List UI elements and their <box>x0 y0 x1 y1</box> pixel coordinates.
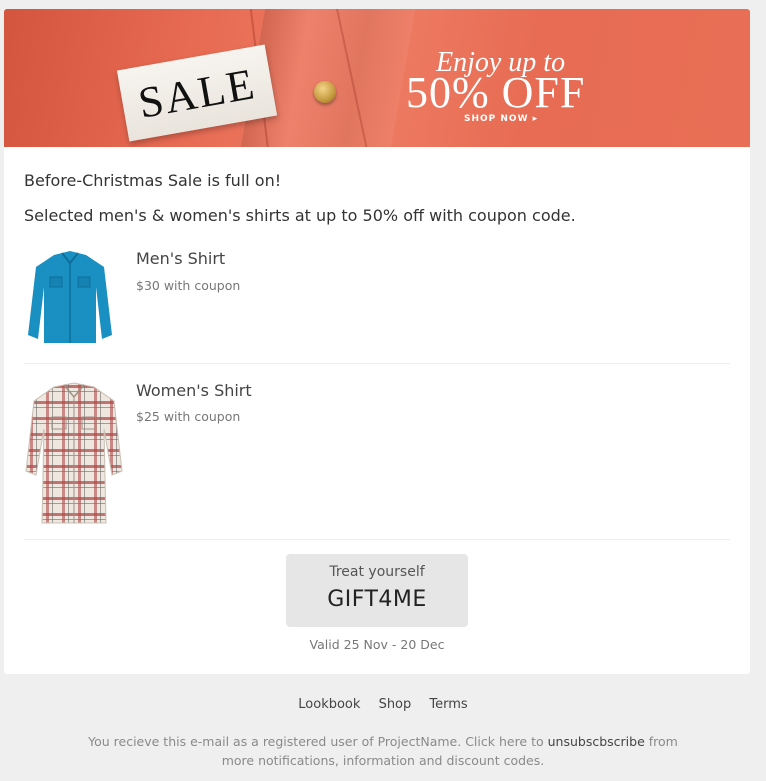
product-name[interactable]: Men's Shirt <box>136 249 225 268</box>
coupon-code: GIFT4ME <box>327 587 427 612</box>
coupon-validity: Valid 25 Nov - 20 Dec <box>309 637 445 652</box>
coupon-box: Treat yourself GIFT4ME <box>286 554 468 627</box>
footer-link-lookbook[interactable]: Lookbook <box>298 697 360 712</box>
sale-banner[interactable]: SALE Enjoy up to 50% OFF SHOP NOW ▸ <box>4 9 750 147</box>
intro-headline: Before-Christmas Sale is full on! <box>24 171 282 190</box>
footer-link-terms[interactable]: Terms <box>429 697 467 712</box>
product-price: $30 with coupon <box>136 278 241 293</box>
product-row[interactable]: Women's Shirt $25 with coupon <box>24 379 730 540</box>
footer-note: You recieve this e-mail as a registered … <box>80 732 686 770</box>
womens-shirt-image[interactable] <box>24 379 124 529</box>
shop-now-link[interactable]: SHOP NOW ▸ <box>464 114 538 124</box>
intro-text: Selected men's & women's shirts at up to… <box>24 206 576 225</box>
shirt-button-icon <box>314 81 336 103</box>
footer-link-shop[interactable]: Shop <box>379 697 412 712</box>
product-row[interactable]: Men's Shirt $30 with coupon <box>24 247 730 364</box>
product-price: $25 with coupon <box>136 409 241 424</box>
coupon-label: Treat yourself <box>329 564 425 580</box>
product-name[interactable]: Women's Shirt <box>136 381 252 400</box>
offer-discount: 50% OFF <box>406 68 586 117</box>
unsubscribe-link[interactable]: unsubscbscribe <box>548 734 645 749</box>
email-card: SALE Enjoy up to 50% OFF SHOP NOW ▸ Befo… <box>4 9 750 674</box>
footer-links: Lookbook Shop Terms <box>0 697 766 712</box>
footer-note-text: You recieve this e-mail as a registered … <box>88 734 548 749</box>
mens-shirt-image[interactable] <box>24 247 116 347</box>
sale-tag-text: SALE <box>134 58 260 128</box>
